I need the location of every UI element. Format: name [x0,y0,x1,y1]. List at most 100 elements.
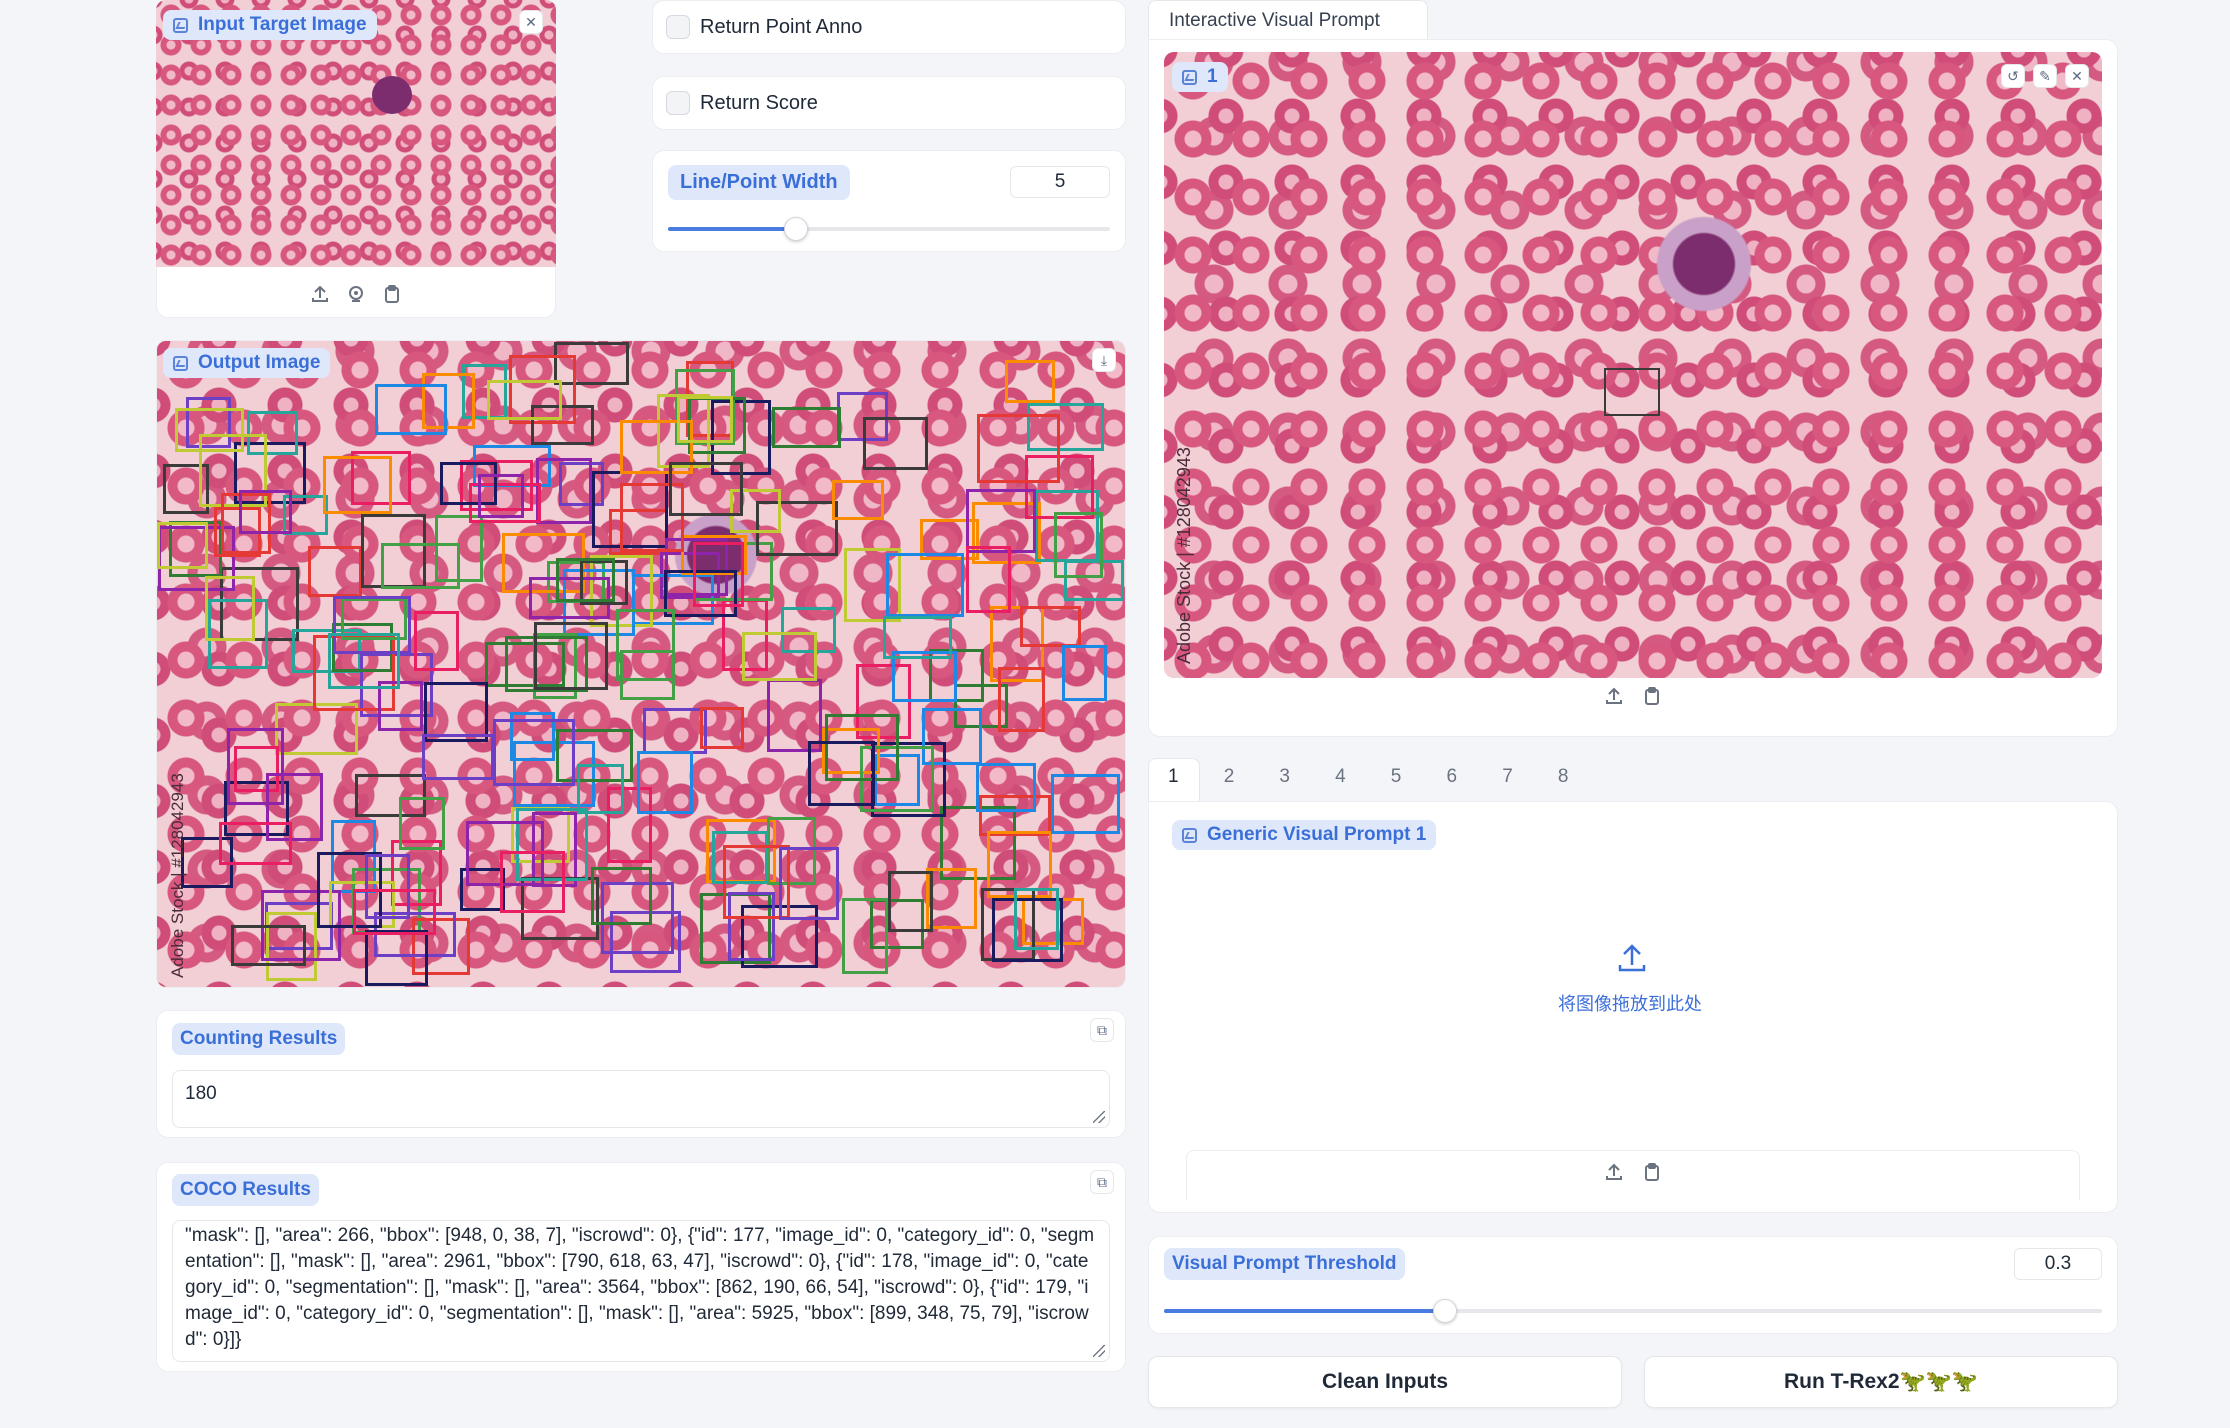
detection-box [669,462,743,516]
threshold-number-input[interactable]: 0.3 [2014,1248,2102,1280]
detection-box [323,456,392,514]
return-score-checkbox[interactable] [666,91,690,115]
detection-box [422,734,494,780]
prompt-tab-label-7[interactable]: 7 [1502,766,1513,788]
line-width-number-input[interactable]: 5 [1010,166,1110,198]
output-image-label: Output Image [163,348,331,378]
detection-box [1062,645,1107,701]
prompt-tab-label-2[interactable]: 2 [1224,766,1235,788]
detection-box [534,622,608,690]
detection-box [976,763,1036,812]
detection-box [966,489,1036,553]
detection-box [424,682,488,742]
threshold-slider-fill [1164,1309,1446,1313]
detection-box [157,522,208,569]
upload-icon[interactable] [1602,1160,1626,1184]
line-width-slider-fill [668,227,797,231]
prompt-tab-label-5[interactable]: 5 [1391,766,1402,788]
webcam-icon[interactable] [344,282,368,306]
return-point-anno-checkbox[interactable] [666,15,690,39]
brush-icon[interactable]: ✎ [2033,64,2057,88]
copy-icon[interactable]: ⧉ [1090,1170,1114,1194]
detection-box [493,719,575,786]
detection-box [239,490,292,534]
detection-box [536,458,592,524]
detection-box [1005,360,1055,403]
undo-icon[interactable]: ↺ [2001,64,2025,88]
detection-box [205,576,255,641]
image-icon [1182,69,1197,85]
detection-box [643,708,707,754]
output-image-panel [156,340,1126,988]
clipboard-icon[interactable] [380,282,404,306]
detection-box [487,380,562,420]
close-icon[interactable]: ✕ [2065,64,2089,88]
clipboard-icon[interactable] [1640,1160,1664,1184]
return-score-label: Return Score [700,92,818,114]
threshold-label: Visual Prompt Threshold [1164,1248,1405,1280]
prompt-tab-label-3[interactable]: 3 [1279,766,1290,788]
detection-box [742,632,817,681]
prompt-tab-label-6[interactable]: 6 [1447,766,1458,788]
detection-box [888,871,933,932]
detection-box [998,667,1045,732]
image-icon [1182,827,1197,843]
generic-prompt-toolbar [1186,1150,2080,1200]
upload-icon[interactable] [1614,940,1650,976]
prompt-tab-label-8[interactable]: 8 [1558,766,1569,788]
detection-box [1051,774,1120,834]
detection-box [591,867,652,925]
detection-box [414,611,459,671]
detection-box [700,707,744,749]
detection-box [677,396,733,443]
generic-prompt-label: Generic Visual Prompt 1 [1172,820,1437,850]
upload-icon[interactable] [1602,684,1626,708]
detection-box [353,889,436,935]
detection-box [832,480,884,520]
clipboard-icon[interactable] [1640,684,1664,708]
output-watermark: Adobe Stock | #128042943 [168,773,187,978]
detection-box [375,384,447,435]
input-image-label: Input Target Image [163,10,377,40]
detection-box [1020,606,1081,647]
interactive-prompt-canvas[interactable] [1164,52,2102,678]
close-icon[interactable]: ✕ [519,10,543,34]
resize-handle[interactable] [1093,1345,1105,1357]
detection-box [637,751,693,814]
detection-box [556,558,615,602]
line-width-label: Line/Point Width [668,165,850,200]
prompt-box[interactable] [1604,368,1660,416]
canvas-label: 1 [1172,62,1228,92]
download-icon[interactable]: ⤓ [1092,348,1116,372]
clean-inputs-button[interactable]: Clean Inputs [1148,1356,1622,1408]
counting-results-textbox[interactable]: 180 [172,1070,1110,1128]
detection-box [231,925,306,966]
detection-box [779,847,839,920]
tab-interactive-visual-prompt[interactable]: Interactive Visual Prompt [1148,0,1428,40]
detection-box [966,546,1011,613]
detection-box [1054,512,1103,578]
interactive-watermark: Adobe Stock | #128042943 [1174,447,1194,664]
detection-box [399,797,445,850]
prompt-tab-label-1[interactable]: 1 [1168,766,1179,788]
input-image-preview[interactable] [156,0,556,267]
prompt-tab-label-4[interactable]: 4 [1335,766,1346,788]
drop-image-text: 将图像拖放到此处 [1558,994,1702,1014]
copy-icon[interactable]: ⧉ [1090,1018,1114,1042]
detection-box [308,546,362,597]
line-width-slider-thumb[interactable] [784,217,809,241]
resize-handle[interactable] [1093,1111,1105,1123]
run-trex2-button[interactable]: Run T-Rex2🦖🦖🦖 [1644,1356,2118,1408]
upload-icon[interactable] [308,282,332,306]
detection-box [616,609,675,681]
detection-box [1014,888,1059,950]
detection-box [577,764,624,814]
detection-box [863,417,928,470]
detection-box [883,616,952,659]
detection-box [478,474,524,518]
image-icon [173,355,188,371]
counting-results-label: Counting Results [172,1023,346,1055]
coco-results-textbox[interactable]: "mask": [], "area": 266, "bbox": [948, 0… [172,1220,1110,1362]
detection-box [772,407,841,448]
image-icon [173,17,188,33]
